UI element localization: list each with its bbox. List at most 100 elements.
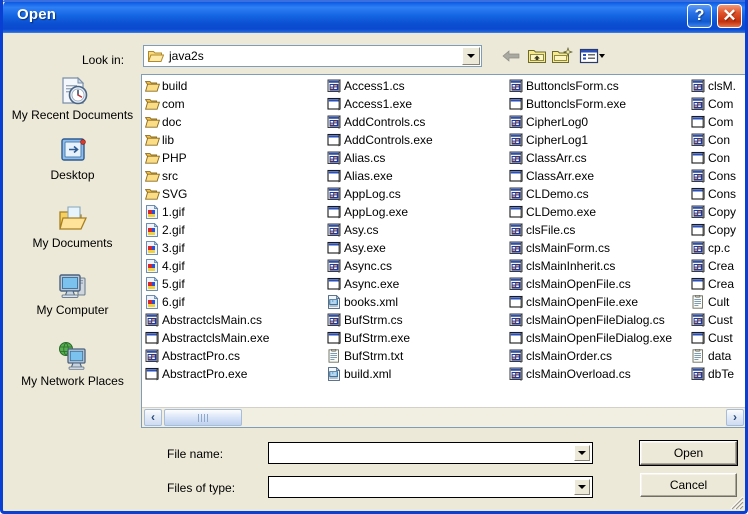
file-list-item[interactable]: ClassArr.cs <box>509 149 691 167</box>
file-list-item[interactable]: 6.gif <box>145 293 327 311</box>
file-list-item[interactable]: CipherLog1 <box>509 131 691 149</box>
resize-grip[interactable] <box>730 496 744 510</box>
file-list-item[interactable]: AbstractclsMain.exe <box>145 329 327 347</box>
scroll-right-button[interactable]: › <box>726 409 744 426</box>
file-list-item[interactable]: Access1.cs <box>327 77 509 95</box>
file-list-item[interactable]: clsMainOverload.cs <box>509 365 691 383</box>
help-button[interactable]: ? <box>687 4 712 28</box>
file-list-column: ButtonclsForm.cs ButtonclsForm.exe CipherL… <box>509 77 691 383</box>
file-list-item[interactable]: Access1.exe <box>327 95 509 113</box>
file-list-item[interactable]: Async.exe <box>327 275 509 293</box>
cancel-button[interactable]: Cancel <box>640 473 737 497</box>
file-list-item[interactable]: clsMainOpenFile.cs <box>509 275 691 293</box>
file-list-item[interactable]: Con <box>691 149 745 167</box>
file-list-item[interactable]: ClassArr.exe <box>509 167 691 185</box>
file-list-item[interactable]: AbstractPro.cs <box>145 347 327 365</box>
file-list-item-label: src <box>162 169 178 183</box>
sidebar-item-my-recent-documents[interactable]: My Recent Documents <box>6 75 139 122</box>
horizontal-scrollbar[interactable]: ‹ › <box>142 407 745 427</box>
file-list-item[interactable]: Copy <box>691 221 745 239</box>
file-list-item[interactable]: Async.cs <box>327 257 509 275</box>
scrollbar-thumb[interactable] <box>164 409 242 426</box>
file-list-item[interactable]: com <box>145 95 327 113</box>
file-list-item[interactable]: AddControls.exe <box>327 131 509 149</box>
file-list-item[interactable]: PHP <box>145 149 327 167</box>
executable-file-icon <box>327 241 341 255</box>
new-folder-icon[interactable] <box>551 46 573 66</box>
file-list-item[interactable]: Alias.exe <box>327 167 509 185</box>
file-list-item[interactable]: cp.c <box>691 239 745 257</box>
folder-icon <box>145 135 160 146</box>
open-button[interactable]: Open <box>639 440 738 466</box>
file-list-item[interactable]: Asy.exe <box>327 239 509 257</box>
file-list-item[interactable]: Asy.cs <box>327 221 509 239</box>
file-list-item[interactable]: CLDemo.cs <box>509 185 691 203</box>
file-list-item[interactable]: Crea <box>691 257 745 275</box>
title-bar[interactable]: Open ? ✕ <box>3 0 745 33</box>
file-list-item[interactable]: lib <box>145 131 327 149</box>
file-list[interactable]: build com doc lib PHP src SVG 1.gif 2.gif 3.gif 4.… <box>141 74 745 428</box>
file-list-item[interactable]: 3.gif <box>145 239 327 257</box>
file-list-item[interactable]: books.xml <box>327 293 509 311</box>
file-list-item[interactable]: Cons <box>691 167 745 185</box>
file-list-item[interactable]: 2.gif <box>145 221 327 239</box>
file-list-item-label: CLDemo.cs <box>526 187 589 201</box>
file-list-item[interactable]: Com <box>691 113 745 131</box>
file-name-input[interactable] <box>268 442 593 464</box>
file-list-item[interactable]: Cust <box>691 329 745 347</box>
file-list-item[interactable]: ButtonclsForm.cs <box>509 77 691 95</box>
files-of-type-dropdown-button[interactable] <box>574 479 590 495</box>
file-list-item[interactable]: BufStrm.txt <box>327 347 509 365</box>
file-list-item[interactable]: BufStrm.cs <box>327 311 509 329</box>
file-list-item[interactable]: CipherLog0 <box>509 113 691 131</box>
image-file-icon <box>146 241 159 255</box>
file-list-item[interactable]: data <box>691 347 745 365</box>
file-list-item[interactable]: clsMainInherit.cs <box>509 257 691 275</box>
file-list-item[interactable]: Cust <box>691 311 745 329</box>
file-list-item[interactable]: Cult <box>691 293 745 311</box>
file-list-item[interactable]: src <box>145 167 327 185</box>
file-list-item[interactable]: build.xml <box>327 365 509 383</box>
file-list-item[interactable]: Copy <box>691 203 745 221</box>
look-in-dropdown-button[interactable] <box>462 47 480 65</box>
file-list-item[interactable]: Alias.cs <box>327 149 509 167</box>
file-list-item[interactable]: AppLog.cs <box>327 185 509 203</box>
file-list-item[interactable]: clsMainOpenFileDialog.cs <box>509 311 691 329</box>
sidebar-item-desktop[interactable]: Desktop <box>6 135 139 182</box>
file-list-item[interactable]: Crea <box>691 275 745 293</box>
back-arrow-icon[interactable] <box>501 46 523 66</box>
file-list-item[interactable]: Com <box>691 95 745 113</box>
file-list-item[interactable]: dbTe <box>691 365 745 383</box>
file-list-item[interactable]: SVG <box>145 185 327 203</box>
sidebar-item-my-documents[interactable]: My Documents <box>6 203 139 250</box>
file-name-dropdown-button[interactable] <box>574 445 590 461</box>
file-list-item[interactable]: clsMainOpenFileDialog.exe <box>509 329 691 347</box>
file-list-item[interactable]: CLDemo.exe <box>509 203 691 221</box>
up-folder-icon[interactable] <box>526 46 548 66</box>
views-list-icon[interactable] <box>579 46 606 66</box>
look-in-combobox[interactable]: java2s <box>143 45 482 67</box>
file-list-item[interactable]: AppLog.exe <box>327 203 509 221</box>
file-list-item[interactable]: 4.gif <box>145 257 327 275</box>
file-list-item[interactable]: AddControls.cs <box>327 113 509 131</box>
file-list-item[interactable]: clsMainOrder.cs <box>509 347 691 365</box>
file-list-item[interactable]: Con <box>691 131 745 149</box>
close-button[interactable]: ✕ <box>717 4 742 28</box>
file-list-item[interactable]: BufStrm.exe <box>327 329 509 347</box>
sidebar-item-my-network-places[interactable]: My Network Places <box>6 341 139 388</box>
file-list-item[interactable]: 1.gif <box>145 203 327 221</box>
file-list-item[interactable]: clsFile.cs <box>509 221 691 239</box>
file-list-item[interactable]: doc <box>145 113 327 131</box>
file-list-item[interactable]: clsMainForm.cs <box>509 239 691 257</box>
file-list-item[interactable]: AbstractclsMain.cs <box>145 311 327 329</box>
scroll-left-button[interactable]: ‹ <box>144 409 162 426</box>
file-list-item[interactable]: ButtonclsForm.exe <box>509 95 691 113</box>
file-list-item[interactable]: AbstractPro.exe <box>145 365 327 383</box>
file-list-item[interactable]: clsMainOpenFile.exe <box>509 293 691 311</box>
file-list-item[interactable]: Cons <box>691 185 745 203</box>
sidebar-item-my-computer[interactable]: My Computer <box>6 270 139 317</box>
file-list-item[interactable]: 5.gif <box>145 275 327 293</box>
files-of-type-select[interactable] <box>268 476 593 498</box>
file-list-item[interactable]: build <box>145 77 327 95</box>
file-list-item[interactable]: clsM. <box>691 77 745 95</box>
